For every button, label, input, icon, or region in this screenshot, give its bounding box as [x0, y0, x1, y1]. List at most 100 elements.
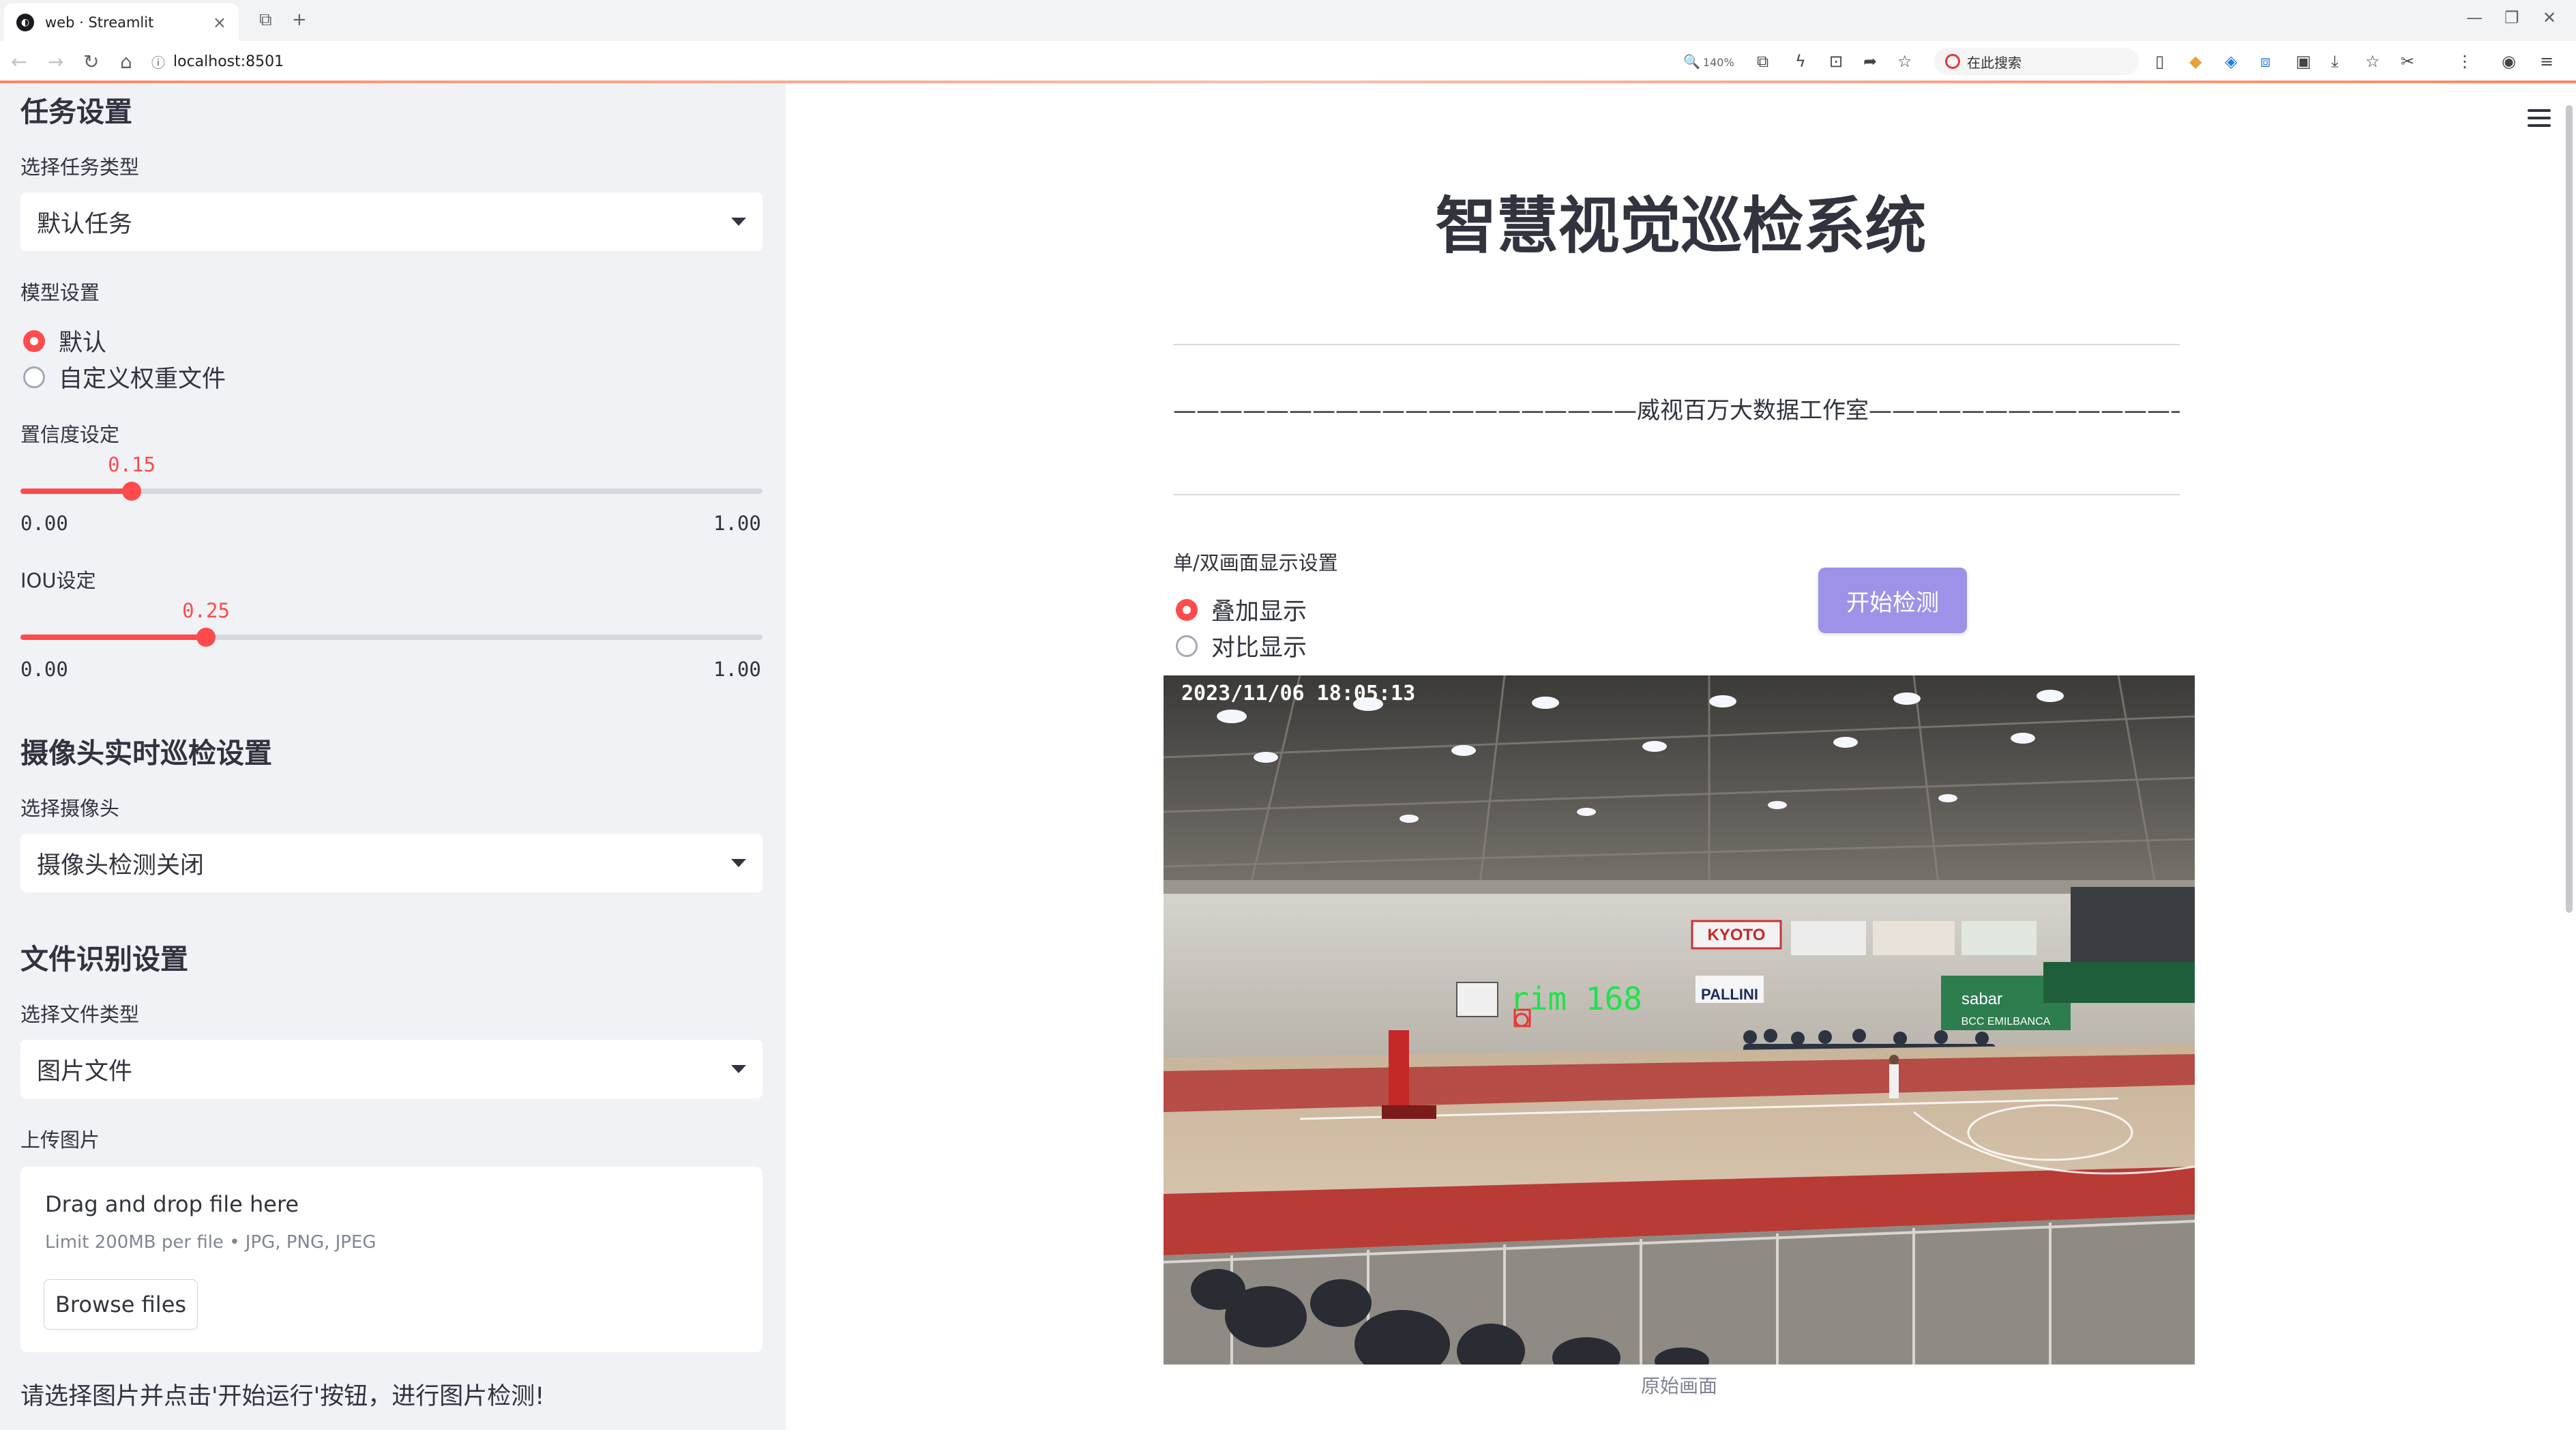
confidence-slider[interactable] — [20, 482, 763, 501]
extension-icon[interactable]: ◆ — [2189, 52, 2202, 71]
reload-icon[interactable]: ↻ — [83, 50, 99, 73]
task-type-select[interactable]: 默认任务 — [20, 192, 763, 251]
url-text: localhost:8501 — [173, 53, 284, 70]
sidebar: 任务设置 选择任务类型 默认任务 模型设置 默认 自定义权重文件 置信度设定 0… — [0, 83, 786, 1430]
download-icon[interactable]: ⤓ — [2331, 52, 2339, 71]
radio-unchecked-icon[interactable] — [1176, 634, 1198, 657]
chevron-down-icon — [731, 859, 746, 867]
camera-select-label: 选择摄像头 — [20, 797, 120, 820]
iou-slider[interactable] — [20, 628, 763, 647]
zoom-indicator[interactable]: 🔍 140% — [1683, 53, 1734, 70]
radio-checked-icon[interactable] — [23, 330, 45, 352]
studio-line: ————————————————————威视百万大数据工作室——————————… — [1173, 397, 2180, 424]
address-bar: ← → ↻ ⌂ ⓘ localhost:8501 🔍 140% ⧉ ϟ ⊡ ➦ ☆… — [0, 41, 2576, 82]
minimize-icon[interactable]: — — [2466, 8, 2483, 27]
translate-icon[interactable]: ⧉ — [1757, 52, 1768, 71]
task-settings-header: 任务设置 — [20, 96, 132, 128]
close-tab-icon[interactable]: × — [213, 13, 226, 32]
site-info-icon[interactable]: ⓘ — [151, 52, 165, 72]
file-type-label: 选择文件类型 — [20, 1003, 140, 1026]
screenshot-icon[interactable]: ⊡ — [1829, 52, 1843, 71]
cut-icon[interactable]: ✂ — [2401, 52, 2414, 71]
frame-caption: 原始画面 — [1640, 1375, 1717, 1397]
basketball-court-scene: KYOTO PALLINI sabar BCC EMILBANCA 2023/1… — [1164, 675, 2195, 1365]
browser-tab[interactable]: ◐ web · Streamlit × — [4, 3, 239, 41]
iou-label: IOU设定 — [20, 569, 96, 592]
camera-value: 摄像头检测关闭 — [37, 851, 205, 879]
forward-icon[interactable]: → — [48, 50, 63, 73]
profile-avatar[interactable]: ◉ — [2502, 52, 2516, 71]
tab-title: web · Streamlit — [45, 14, 154, 31]
extension-icon-2[interactable]: ◈ — [2225, 52, 2237, 71]
model-settings-label: 模型设置 — [20, 281, 100, 304]
model-option-default[interactable]: 默认 — [23, 323, 106, 358]
divider — [1173, 344, 2180, 345]
iou-min: 0.00 — [20, 658, 68, 681]
sidebar-instruction: 请选择图片并点击'开始运行'按钮，进行图片检测! — [20, 1383, 545, 1410]
sign-sabar: sabar — [1961, 990, 2002, 1008]
menu-dots-icon[interactable]: ⋮ — [2457, 52, 2473, 71]
restore-icon[interactable]: ❐ — [2504, 8, 2519, 27]
new-tab-icon[interactable]: + — [292, 10, 307, 30]
hamburger-menu-icon[interactable] — [2528, 109, 2551, 127]
back-icon[interactable]: ← — [11, 50, 27, 73]
chevron-down-icon — [731, 1065, 746, 1073]
favorites-icon[interactable]: ☆ — [2365, 52, 2380, 71]
extension-icon-4[interactable]: ▣ — [2296, 52, 2311, 71]
confidence-label: 置信度设定 — [20, 423, 120, 446]
lightning-icon[interactable]: ϟ — [1795, 52, 1806, 71]
search-engine-icon — [1945, 54, 1960, 69]
display-mode-label: 单/双画面显示设置 — [1173, 551, 1338, 574]
streamlit-favicon-icon: ◐ — [16, 13, 34, 31]
sign-bcc: BCC EMILBANCA — [1961, 1016, 2051, 1027]
upload-title: Drag and drop file here — [45, 1191, 299, 1217]
file-type-value: 图片文件 — [37, 1057, 133, 1085]
model-option-label: 自定义权重文件 — [59, 366, 226, 393]
detection-label: rim 168 — [1510, 980, 1642, 1017]
start-detection-button[interactable]: 开始检测 — [1818, 568, 1967, 633]
bookmark-star-icon[interactable]: ☆ — [1897, 52, 1912, 71]
share-icon[interactable]: ➦ — [1863, 52, 1877, 71]
radio-unchecked-icon[interactable] — [23, 366, 45, 388]
camera-select[interactable]: 摄像头检测关闭 — [20, 834, 763, 892]
search-placeholder: 在此搜索 — [1967, 54, 2022, 71]
file-settings-header: 文件识别设置 — [20, 943, 188, 976]
display-option-overlay[interactable]: 叠加显示 — [1176, 592, 1307, 627]
sign-pallini: PALLINI — [1701, 986, 1758, 1003]
mobile-icon[interactable]: ▯ — [2155, 52, 2164, 71]
browser-tab-bar: ◐ web · Streamlit × ⧉ + — ❐ ✕ — [0, 0, 2576, 41]
confidence-max: 1.00 — [713, 512, 761, 535]
radio-checked-icon[interactable] — [1176, 598, 1198, 621]
tab-groups-icon[interactable]: ⧉ — [259, 10, 272, 31]
chevron-down-icon — [731, 218, 746, 226]
confidence-slider-thumb[interactable] — [122, 482, 141, 501]
camera-frame-image: KYOTO PALLINI sabar BCC EMILBANCA 2023/1… — [1164, 675, 2195, 1365]
task-type-label: 选择任务类型 — [20, 156, 140, 179]
display-option-compare[interactable]: 对比显示 — [1176, 628, 1307, 663]
camera-settings-header: 摄像头实时巡检设置 — [20, 737, 272, 770]
home-icon[interactable]: ⌂ — [120, 50, 132, 73]
page-title: 智慧视觉巡检系统 — [1435, 190, 1927, 262]
divider — [1173, 494, 2180, 495]
file-type-select[interactable]: 图片文件 — [20, 1040, 763, 1098]
main-content: 智慧视觉巡检系统 ————————————————————威视百万大数据工作室—… — [786, 83, 2576, 1430]
task-type-value: 默认任务 — [37, 210, 133, 238]
zoom-level: 140% — [1702, 56, 1734, 69]
browse-files-button[interactable]: Browse files — [44, 1279, 198, 1330]
display-option-label: 对比显示 — [1211, 634, 1307, 662]
confidence-min: 0.00 — [20, 512, 68, 535]
model-option-custom[interactable]: 自定义权重文件 — [23, 360, 226, 394]
iou-slider-fill — [20, 634, 206, 640]
display-option-label: 叠加显示 — [1211, 598, 1307, 626]
confidence-value: 0.15 — [108, 453, 156, 476]
window-close-icon[interactable]: ✕ — [2543, 8, 2556, 27]
iou-slider-thumb[interactable] — [196, 628, 216, 647]
search-box[interactable]: 在此搜索 — [1934, 48, 2139, 75]
confidence-slider-fill — [20, 488, 132, 494]
sign-kyoto: KYOTO — [1708, 926, 1766, 944]
model-option-label: 默认 — [59, 330, 107, 357]
extension-icon-3[interactable]: ⧈ — [2260, 52, 2270, 71]
iou-max: 1.00 — [713, 658, 761, 681]
file-uploader-dropzone[interactable]: Drag and drop file here Limit 200MB per … — [20, 1167, 763, 1352]
browser-menu-icon[interactable]: ≡ — [2540, 52, 2553, 71]
